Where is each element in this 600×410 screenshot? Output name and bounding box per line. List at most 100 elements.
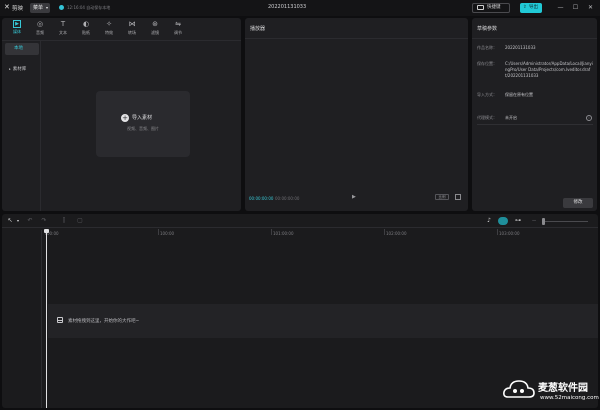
params-title: 草稿参数 — [477, 26, 498, 32]
tab-filter[interactable]: ⊛ 滤镜 — [144, 18, 166, 40]
tab-label: 音频 — [36, 30, 44, 35]
tick-label: 101:00:00 — [273, 231, 294, 236]
import-hint: 视频、音频、图片 — [127, 126, 159, 131]
minimize-icon[interactable]: — — [556, 3, 565, 12]
main-track-magnet-toggle[interactable] — [498, 217, 508, 225]
tab-label: 特效 — [105, 30, 113, 35]
maximize-icon[interactable]: ☐ — [571, 3, 580, 12]
microphone-icon[interactable]: ♪ — [485, 217, 493, 225]
track-drop-icon — [57, 317, 63, 323]
main-track-drop-zone[interactable]: 素材拖拽到这里，开始你的大作吧~ — [48, 304, 598, 338]
watermark-url: www.52maicong.com — [540, 395, 599, 401]
tab-label: 调节 — [174, 30, 182, 35]
sticker-icon: ◐ — [82, 20, 90, 28]
fullscreen-icon[interactable] — [455, 194, 461, 200]
autosave-status-icon — [59, 5, 64, 10]
tab-sticker[interactable]: ◐ 贴纸 — [75, 18, 97, 40]
tab-audio[interactable]: ◎ 音频 — [29, 18, 51, 40]
menu-button[interactable]: 菜单 ▾ — [30, 3, 50, 13]
side-nav-local[interactable]: 本地 — [5, 43, 39, 55]
delete-icon[interactable]: ▢ — [76, 217, 84, 225]
export-icon: ⇪ — [523, 5, 527, 10]
timecode-total: 00:00:00:00 — [275, 196, 300, 201]
watermark-title: 麦葱软件园 — [538, 383, 588, 394]
title-bar: ✕ 剪映 菜单 ▾ 12:16:04 自动保存本地 202201131033 快… — [0, 0, 600, 16]
link-icon[interactable]: ⊶ — [514, 217, 522, 225]
shortcut-button[interactable]: 快捷键 — [472, 3, 510, 13]
param-value: 202201131033 — [505, 45, 536, 50]
player-title: 播放器 — [250, 26, 266, 32]
zoom-slider[interactable] — [542, 221, 588, 222]
redo-icon[interactable]: ↷ — [40, 217, 48, 225]
audio-icon: ◎ — [36, 20, 44, 28]
import-media-button[interactable]: + 导入素材 视频、音频、图片 — [96, 91, 190, 157]
keyboard-icon — [477, 5, 484, 10]
param-value: C:/Users/Administrator/AppData/Local/Jia… — [505, 61, 593, 78]
select-cursor-icon[interactable]: ↖ — [6, 217, 14, 225]
player-panel: 播放器 00:00:00:00 00:00:00:00 ▶ 比例 — [245, 18, 468, 211]
tab-label: 媒体 — [13, 29, 21, 34]
app-name: 剪映 — [12, 6, 24, 12]
text-icon: T — [60, 20, 66, 28]
undo-icon[interactable]: ↶ — [26, 217, 34, 225]
tab-text[interactable]: T 文本 — [52, 18, 74, 40]
playhead-handle[interactable] — [44, 229, 49, 233]
zoom-out-icon[interactable]: − — [530, 217, 538, 225]
draft-params-panel: 草稿参数 作品名称： 202201131033 保存位置： C:/Users/A… — [472, 18, 597, 211]
media-panel: ▶ 媒体 ◎ 音频 T 文本 ◐ 贴纸 ✧ 特效 ⋈ 转场 ⊛ 滤镜 ⇋ 调节 — [2, 18, 241, 211]
track-header — [2, 230, 42, 408]
tick-mark — [158, 229, 159, 235]
export-label: 导出 — [529, 5, 538, 10]
chevron-down-icon[interactable]: ▾ — [14, 217, 22, 225]
tab-effects[interactable]: ✧ 特效 — [98, 18, 120, 40]
divider — [40, 41, 41, 211]
param-key: 代理模式： — [477, 115, 497, 120]
tick-mark — [497, 229, 498, 235]
side-nav-library-label: 素材库 — [12, 67, 27, 72]
tab-label: 文本 — [59, 30, 67, 35]
tick-mark — [271, 229, 272, 235]
param-key: 保存位置： — [477, 61, 497, 66]
playhead[interactable] — [46, 230, 47, 408]
divider — [2, 40, 241, 41]
ratio-button[interactable]: 比例 — [435, 194, 449, 200]
transition-icon: ⋈ — [128, 20, 136, 28]
watermark-logo-icon — [503, 380, 535, 398]
zoom-slider-handle[interactable] — [542, 218, 545, 225]
timeline-toolbar: ↖ ▾ ↶ ↷ ⫿ ▢ ♪ ⊶ − — [2, 214, 598, 228]
adjust-icon: ⇋ — [175, 20, 181, 28]
chevron-right-icon: ▸ — [9, 67, 11, 71]
param-value: 未开启 — [505, 115, 517, 120]
close-icon[interactable]: ✕ — [586, 3, 595, 12]
divider — [245, 38, 468, 39]
autosave-status: 12:16:04 自动保存本地 — [67, 5, 111, 10]
tab-label: 滤镜 — [151, 30, 159, 35]
side-nav-library[interactable]: ▸ 素材库 — [5, 63, 39, 75]
tab-media[interactable]: ▶ 媒体 — [6, 18, 28, 40]
tab-label: 转场 — [128, 30, 136, 35]
tab-transition[interactable]: ⋈ 转场 — [121, 18, 143, 40]
tick-label: 100:00 — [160, 231, 175, 236]
divider — [477, 124, 593, 125]
param-value: 保留在原有位置 — [505, 92, 533, 97]
project-title: 202201131033 — [268, 4, 307, 10]
param-key: 导入方式： — [477, 92, 497, 97]
menu-label: 菜单 — [33, 5, 44, 11]
param-key: 作品名称： — [477, 45, 497, 50]
export-button[interactable]: ⇪ 导出 — [520, 3, 542, 13]
split-icon[interactable]: ⫿ — [60, 217, 68, 225]
time-ruler[interactable]: 00:00 100:00 101:00:00 102:00:00 103:00:… — [42, 229, 598, 239]
modify-button[interactable]: 修改 — [563, 198, 593, 208]
tick-mark — [384, 229, 385, 235]
chevron-down-icon: ▾ — [45, 5, 48, 10]
filter-icon: ⊛ — [152, 20, 158, 28]
tab-label: 贴纸 — [82, 30, 90, 35]
play-icon[interactable]: ▶ — [352, 194, 358, 200]
shortcut-label: 快捷键 — [487, 5, 501, 10]
tab-adjust[interactable]: ⇋ 调节 — [167, 18, 189, 40]
tick-label: 102:00:00 — [386, 231, 407, 236]
tick-label: 103:00:00 — [499, 231, 520, 236]
effects-icon: ✧ — [106, 20, 112, 28]
drop-hint: 素材拖拽到这里，开始你的大作吧~ — [68, 319, 140, 324]
info-icon[interactable]: i — [586, 115, 592, 121]
